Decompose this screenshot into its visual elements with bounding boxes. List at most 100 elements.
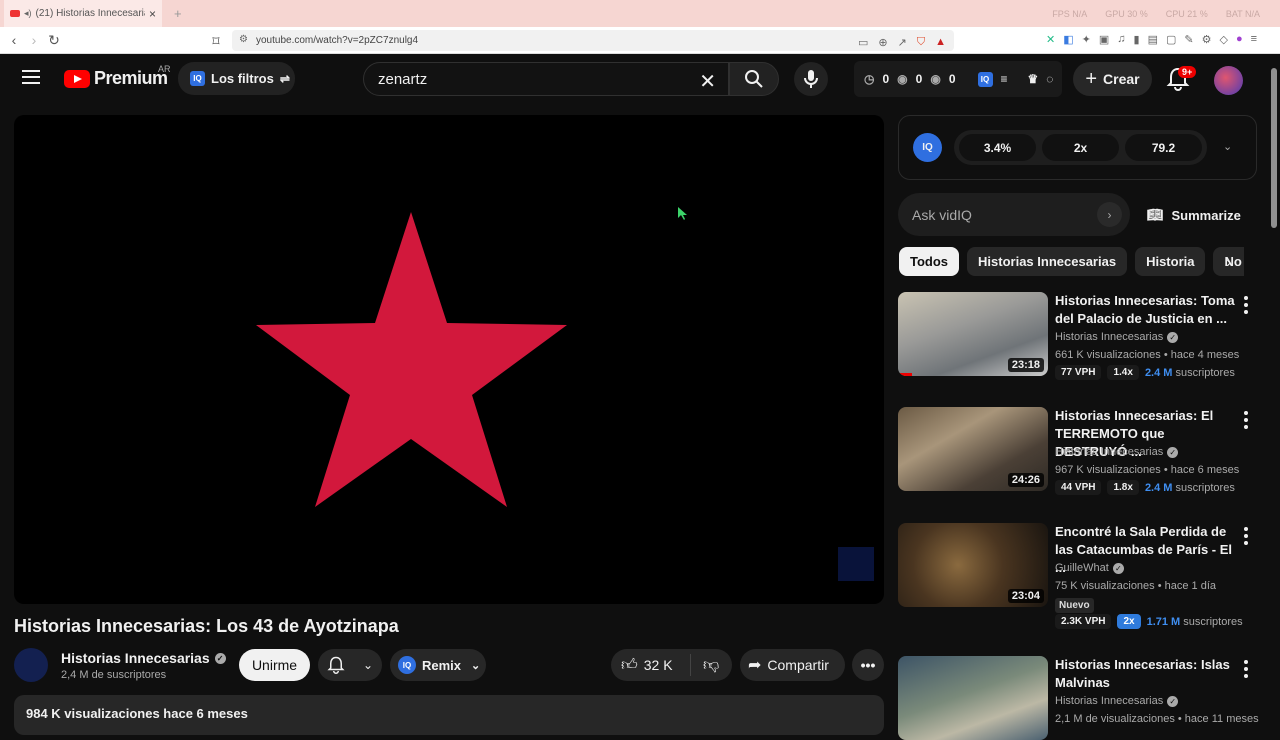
ext-translate-icon[interactable]: ◧ — [1063, 33, 1073, 46]
channel-watermark[interactable] — [838, 547, 874, 581]
rec-meta: 661 K visualizaciones • hace 4 meses — [1055, 349, 1240, 361]
rec-channel[interactable]: GuilleWhat ✓ — [1055, 562, 1124, 574]
page-scrollbar[interactable] — [1268, 54, 1280, 720]
bookmark-icon[interactable]: ⌑ — [206, 33, 226, 50]
more-options-icon[interactable] — [1244, 527, 1248, 545]
zoom-icon[interactable]: ⊕ — [878, 36, 887, 49]
vidiq-logo-icon[interactable]: IQ — [913, 133, 942, 162]
ext-music-icon[interactable]: ♫ — [1117, 33, 1125, 46]
back-icon[interactable]: ‹ — [4, 32, 24, 48]
vidiq-icon[interactable]: IQ — [977, 71, 993, 87]
rec-channel[interactable]: Historias Innecesarias ✓ — [1055, 331, 1179, 343]
dislike-button[interactable]: 👎︎ — [691, 656, 719, 675]
list-icon[interactable]: ≡ — [1001, 72, 1008, 86]
video-player[interactable] — [14, 115, 884, 604]
summarize-button[interactable]: 📖︎ Summarize — [1147, 207, 1241, 223]
like-count: 32 K — [643, 657, 673, 673]
chip-historias-innecesarias[interactable]: Historias Innecesarias — [967, 247, 1128, 276]
trophy-icon[interactable]: ♛ — [1028, 72, 1039, 86]
ext-arrows-icon[interactable]: ✕ — [1046, 33, 1055, 46]
metric-score[interactable]: 79.2 — [1125, 134, 1202, 161]
verified-icon: ✓ — [1167, 695, 1179, 707]
scrollbar-thumb[interactable] — [1271, 68, 1277, 228]
ext-profile-icon[interactable]: ● — [1236, 33, 1243, 46]
clear-search-icon[interactable]: ✕ — [699, 69, 716, 94]
brave-shield-icon[interactable]: ⛉ — [917, 36, 925, 49]
rec-title[interactable]: Historias Innecesarias: Islas Malvinas — [1055, 656, 1235, 692]
ext-puzzle-icon[interactable]: ✦ — [1082, 33, 1091, 46]
ask-vidiq-input[interactable]: Ask vidIQ › — [898, 193, 1130, 236]
search-input[interactable]: zenartz ✕ — [363, 62, 729, 96]
vph-badge: 77 VPH — [1055, 365, 1102, 380]
filters-button[interactable]: IQ Los filtros ⇌ — [178, 62, 295, 95]
join-button[interactable]: Unirme — [239, 649, 310, 681]
video-thumbnail[interactable]: 24:26 — [898, 407, 1048, 491]
verified-icon: ✓ — [214, 652, 226, 664]
menu-icon[interactable] — [22, 70, 40, 84]
rec-channel-text: Historias Innecesarias — [1055, 331, 1164, 343]
create-button[interactable]: + Crear — [1073, 62, 1152, 96]
youtube-premium-logo[interactable]: Premium AR — [64, 64, 171, 89]
rec-title[interactable]: Historias Innecesarias: Toma del Palacio… — [1055, 292, 1235, 328]
more-options-icon[interactable] — [1244, 296, 1248, 314]
rec-channel[interactable]: Historias Innecesarias ✓ — [1055, 695, 1179, 707]
metric-engagement[interactable]: 3.4% — [959, 134, 1036, 161]
submit-arrow-icon[interactable]: › — [1097, 202, 1122, 227]
cast-icon[interactable]: ▭ — [858, 36, 868, 49]
channel-name[interactable]: Historias Innecesarias ✓ — [61, 650, 226, 666]
ext-shield-icon[interactable]: ◇ — [1219, 33, 1227, 46]
rec-meta: 967 K visualizaciones • hace 6 meses — [1055, 464, 1240, 476]
subscription-bell-button[interactable]: ⌄ — [318, 649, 382, 681]
user-avatar[interactable] — [1214, 66, 1243, 95]
url-actions: ▭ ⊕ ↗ ⛉ ▲ — [858, 36, 946, 49]
stat-views: 0 — [915, 72, 923, 86]
video-duration: 24:26 — [1007, 473, 1044, 487]
metric-multiplier[interactable]: 2x — [1042, 134, 1119, 161]
rec-channel-text: Historias Innecesarias — [1055, 695, 1164, 707]
chip-historia[interactable]: Historia — [1135, 247, 1206, 276]
thumbs-up-icon: 👍︎ — [621, 656, 638, 674]
search-icon — [745, 70, 763, 88]
voice-search-button[interactable] — [794, 62, 828, 96]
ext-gear-icon[interactable]: ⚙ — [1202, 33, 1212, 46]
create-label: Crear — [1103, 71, 1140, 87]
url-bar[interactable]: ⚙ youtube.com/watch?v=2pZC7znulg4 ▭ ⊕ ↗ … — [232, 30, 954, 51]
thumbs-down-icon: 👎︎ — [703, 656, 720, 674]
chevron-down-icon[interactable]: ⌄ — [1223, 140, 1232, 153]
more-options-icon[interactable] — [1244, 411, 1248, 429]
forward-icon[interactable]: › — [24, 32, 44, 48]
site-info-icon[interactable]: ⚙ — [239, 34, 248, 45]
ext-tag-icon[interactable]: ✎ — [1184, 33, 1193, 46]
notification-badge: 9+ — [1178, 66, 1197, 78]
plus-icon: + — [1085, 67, 1098, 90]
remix-button[interactable]: IQ Remix ⌄ — [390, 649, 486, 681]
description-box[interactable]: 984 K visualizaciones hace 6 meses — [14, 695, 884, 735]
more-actions-button[interactable]: ••• — [852, 649, 884, 681]
video-thumbnail[interactable] — [898, 656, 1048, 740]
rec-channel[interactable]: Historias Innecesarias ✓ — [1055, 446, 1179, 458]
browser-tab[interactable]: ◂) (21) Historias Innecesarias: Lo × — [4, 0, 162, 27]
video-thumbnail[interactable]: 23:18 — [898, 292, 1048, 376]
video-thumbnail[interactable]: 23:04 — [898, 523, 1048, 607]
youtube-favicon-icon — [10, 10, 20, 17]
more-options-icon[interactable] — [1244, 660, 1248, 678]
rewards-icon[interactable]: ▲ — [935, 36, 946, 49]
new-tab-icon[interactable]: + — [174, 6, 182, 21]
browser-menu-icon[interactable]: ≡ — [1251, 33, 1257, 46]
ext-notes-icon[interactable]: ▤ — [1148, 33, 1158, 46]
ext-screenshot-icon[interactable]: ▣ — [1099, 33, 1109, 46]
ext-wallet-icon[interactable]: ▢ — [1166, 33, 1176, 46]
channel-avatar[interactable] — [14, 648, 48, 682]
share-button[interactable]: ➦ Compartir — [740, 649, 845, 681]
close-tab-icon[interactable]: × — [149, 7, 156, 21]
like-button[interactable]: 👍︎ 32 K — [611, 654, 691, 676]
verified-icon: ✓ — [1112, 562, 1124, 574]
chevron-right-icon[interactable]: › — [1226, 254, 1231, 272]
reload-icon[interactable]: ↻ — [44, 32, 64, 49]
share-icon[interactable]: ↗ — [898, 36, 907, 49]
search-button[interactable] — [729, 62, 779, 96]
chat-icon[interactable]: ◌ — [1046, 72, 1053, 86]
ext-sidebar-icon[interactable]: ▮ — [1134, 33, 1140, 46]
rec-badges-new: Nuevo — [1055, 598, 1094, 613]
chip-todos[interactable]: Todos — [899, 247, 960, 276]
